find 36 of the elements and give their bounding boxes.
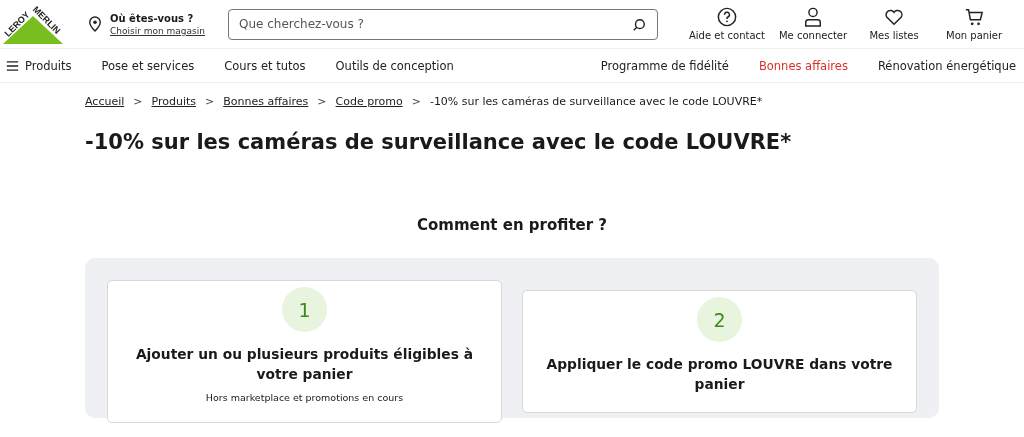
nav-link[interactable]: Bonnes affaires xyxy=(758,58,848,73)
breadcrumb-separator: > xyxy=(317,95,327,108)
breadcrumb-separator: > xyxy=(411,95,421,108)
breadcrumb-current: -10% sur les caméras de surveillance avec le code LOUVRE* xyxy=(429,95,763,108)
step-number: 2 xyxy=(697,297,742,342)
header-action-button[interactable]: Aide et contact xyxy=(682,7,772,41)
step-note: Hors marketplace et promotions en cours xyxy=(205,392,404,403)
nav-link[interactable]: Pose et services xyxy=(101,58,195,73)
search-icon[interactable] xyxy=(632,17,646,32)
user-icon xyxy=(803,7,824,27)
location-pin-icon xyxy=(88,16,102,32)
store-title: Où êtes-vous ? xyxy=(110,12,195,24)
step-title: Appliquer le code promo LOUVRE dans votre panier xyxy=(545,355,894,394)
breadcrumb-link[interactable]: Bonnes affaires xyxy=(223,95,309,108)
header-action-button[interactable]: Me connecter xyxy=(772,7,855,41)
step-title: Ajouter un ou plusieurs produits éligibles à votre panier xyxy=(134,345,475,384)
nav-link[interactable]: Produits xyxy=(6,58,72,73)
help-icon xyxy=(717,7,737,27)
search-field[interactable]: Que cherchez-vous ? xyxy=(228,8,658,40)
nav-link[interactable]: Outils de conception xyxy=(335,58,454,73)
page-title: -10% sur les caméras de surveillance avec le code LOUVRE* xyxy=(85,130,793,154)
header-action-button[interactable]: Mes listes xyxy=(854,7,935,41)
breadcrumb-link[interactable]: Accueil xyxy=(85,95,125,108)
nav-link[interactable]: Rénovation énergétique xyxy=(877,58,1016,73)
breadcrumb-separator: > xyxy=(205,95,215,108)
breadcrumb-link[interactable]: Produits xyxy=(151,95,196,108)
heart-icon xyxy=(884,7,905,27)
cart-icon xyxy=(964,7,985,27)
section-title: Comment en profiter ? xyxy=(415,216,609,234)
choose-store-link[interactable]: Choisir mon magasin xyxy=(110,25,205,36)
breadcrumb-link[interactable]: Code promo xyxy=(335,95,403,108)
breadcrumb-separator: > xyxy=(133,95,143,108)
header-action-button[interactable]: Mon panier xyxy=(934,7,1015,41)
nav-link[interactable]: Cours et tutos xyxy=(224,58,306,73)
step-number: 1 xyxy=(282,287,327,332)
nav-link[interactable]: Programme de fidélité xyxy=(600,58,729,73)
